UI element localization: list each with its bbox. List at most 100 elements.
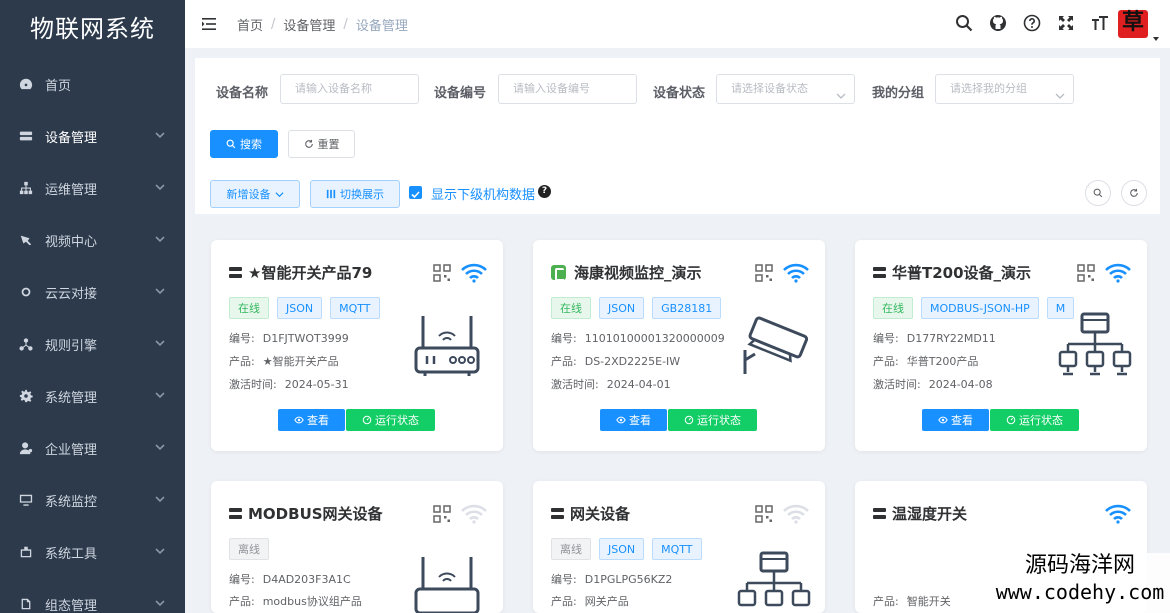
github-icon[interactable]	[988, 13, 1008, 33]
sidebar-item-video-center[interactable]: 视频中心	[0, 214, 185, 266]
device-code-input[interactable]: 请输入设备编号	[498, 74, 637, 104]
my-group-select[interactable]: 请选择我的分组	[935, 74, 1074, 104]
reset-button-label: 重置	[317, 138, 340, 151]
breadcrumb-device-management[interactable]: 设备管理	[283, 15, 335, 34]
device-card[interactable]: 网关设备 离线 JSON MQTT 编号: D1PGLPG56KZ2 产品: 网关产…	[533, 481, 825, 613]
device-code-row: 编号: 11010100001320000009	[551, 330, 725, 346]
breadcrumb-separator: /	[343, 16, 348, 32]
show-subordinate-checkbox[interactable]	[409, 186, 422, 199]
sidebar-item-label: 视频中心	[45, 234, 98, 250]
device-code-key: 编号:	[229, 332, 255, 345]
sidebar-item-rule-engine[interactable]: 规则引擎	[0, 318, 185, 370]
device-product-value: 智能开关	[906, 595, 951, 608]
chevron-down-icon	[155, 337, 167, 349]
device-product-key: 产品:	[551, 355, 577, 368]
protocol-badge: JSON	[277, 297, 323, 319]
router-illustration	[414, 316, 480, 376]
eye-icon	[616, 416, 626, 424]
wifi-icon	[783, 263, 809, 283]
device-name-text: 网关设备	[570, 505, 631, 523]
device-card[interactable]: MODBUS网关设备 离线 编号: D4AD203F3A1C 产品: modbus协…	[211, 481, 503, 613]
device-product-value: 华普T200产品	[906, 355, 979, 368]
avatar[interactable]: 草	[1116, 8, 1159, 41]
menu-toggle-icon[interactable]	[201, 16, 217, 32]
qrcode-icon[interactable]	[1077, 264, 1095, 282]
device-card[interactable]: ★智能开关产品79 在线 JSON MQTT 编号: D1FJTWOT3999 产…	[211, 240, 503, 451]
status-badge: 在线	[873, 297, 913, 319]
device-status-placeholder: 请选择设备状态	[731, 82, 808, 95]
device-name-text: MODBUS网关设备	[248, 505, 383, 523]
sidebar-item-label: 运维管理	[45, 182, 98, 198]
my-group-placeholder: 请选择我的分组	[950, 82, 1027, 95]
sidebar-item-cloud[interactable]: 云云对接	[0, 266, 185, 318]
filter-panel: 设备名称 请输入设备名称 设备编号 请输入设备编号 设备状态 请选择设备状态 我…	[195, 58, 1160, 214]
breadcrumb-home[interactable]: 首页	[237, 15, 263, 34]
sidebar-item-system[interactable]: 系统管理	[0, 370, 185, 422]
device-product-row: 产品: 智能开关	[873, 593, 951, 609]
device-name-text: ★智能开关产品79	[248, 264, 373, 282]
device-code-value: D177RY22MD11	[906, 332, 996, 345]
wifi-icon	[1105, 263, 1131, 283]
help-icon[interactable]	[1022, 13, 1042, 33]
device-card[interactable]: 华普T200设备_演示 在线 MODBUS-JSON-HP M 编号: D177R…	[855, 240, 1147, 451]
switch-view-button[interactable]: 切换展示	[310, 180, 400, 208]
device-icon	[873, 267, 886, 278]
breadcrumb: 首页 / 设备管理 / 设备管理	[237, 15, 408, 34]
view-button[interactable]: 查看	[922, 409, 989, 431]
camera-icon	[551, 265, 566, 281]
my-group-label: 我的分组	[872, 86, 925, 101]
qrcode-icon[interactable]	[755, 505, 773, 523]
device-name-input[interactable]: 请输入设备名称	[280, 74, 419, 104]
refresh-button[interactable]	[1121, 180, 1147, 206]
sidebar-item-label: 系统监控	[45, 494, 98, 510]
sidebar-item-monitor[interactable]: 系统监控	[0, 474, 185, 526]
device-card[interactable]: 海康视频监控_演示 在线 JSON GB28181 编号: 11010100001…	[533, 240, 825, 451]
run-status-button[interactable]: 运行状态	[990, 409, 1079, 431]
search-icon[interactable]	[954, 13, 974, 33]
search-button[interactable]: 搜索	[210, 130, 278, 158]
device-code-label: 设备编号	[434, 86, 487, 101]
search-toggle-button[interactable]	[1085, 180, 1111, 206]
sidebar-item-ops-management[interactable]: 运维管理	[0, 162, 185, 214]
add-device-button[interactable]: 新增设备	[210, 180, 300, 208]
watermark-line1: 源码海洋网	[1024, 553, 1135, 578]
device-product-row: 产品: ★智能开关产品	[229, 353, 339, 369]
device-tags: 离线 JSON MQTT	[551, 538, 702, 560]
font-size-icon[interactable]	[1090, 13, 1110, 33]
sidebar-item-tools[interactable]: 系统工具	[0, 526, 185, 578]
watermark-line2: www.codehy.com	[995, 580, 1165, 604]
qrcode-icon[interactable]	[755, 264, 773, 282]
top-header: 首页 / 设备管理 / 设备管理 草	[185, 0, 1170, 48]
sidebar-item-enterprise[interactable]: 企业管理	[0, 422, 185, 474]
sidebar-item-label: 系统工具	[45, 546, 98, 562]
fullscreen-icon[interactable]	[1056, 13, 1076, 33]
show-subordinate-label[interactable]: 显示下级机构数据	[431, 184, 535, 203]
device-product-key: 产品:	[551, 595, 577, 608]
device-status-label: 设备状态	[653, 86, 706, 101]
device-name-text: 海康视频监控_演示	[574, 264, 702, 282]
protocol-badge: JSON	[599, 297, 645, 319]
refresh-icon	[1130, 188, 1138, 197]
grid-icon	[326, 189, 336, 199]
view-button[interactable]: 查看	[278, 409, 345, 431]
sidebar-item-device-management[interactable]: 设备管理	[0, 110, 185, 162]
run-status-button[interactable]: 运行状态	[346, 409, 435, 431]
device-code-row: 编号: D177RY22MD11	[873, 330, 996, 346]
sidebar-item-config[interactable]: 组态管理	[0, 578, 185, 613]
device-status-select[interactable]: 请选择设备状态	[716, 74, 855, 104]
gauge-icon	[1006, 415, 1016, 425]
transport-badge: GB28181	[652, 297, 722, 319]
run-status-button-label: 运行状态	[1019, 414, 1063, 427]
reset-button[interactable]: 重置	[288, 130, 355, 158]
protocol-badge: JSON	[599, 538, 645, 560]
run-status-button[interactable]: 运行状态	[668, 409, 757, 431]
chevron-down-icon	[155, 285, 167, 297]
gauge-icon	[362, 415, 372, 425]
sidebar-item-home[interactable]: 首页	[0, 58, 185, 110]
status-badge: 离线	[551, 538, 591, 560]
device-name: MODBUS网关设备	[229, 503, 383, 524]
qrcode-icon[interactable]	[433, 264, 451, 282]
qrcode-icon[interactable]	[433, 505, 451, 523]
help-icon[interactable]: ?	[538, 185, 551, 198]
view-button[interactable]: 查看	[600, 409, 667, 431]
